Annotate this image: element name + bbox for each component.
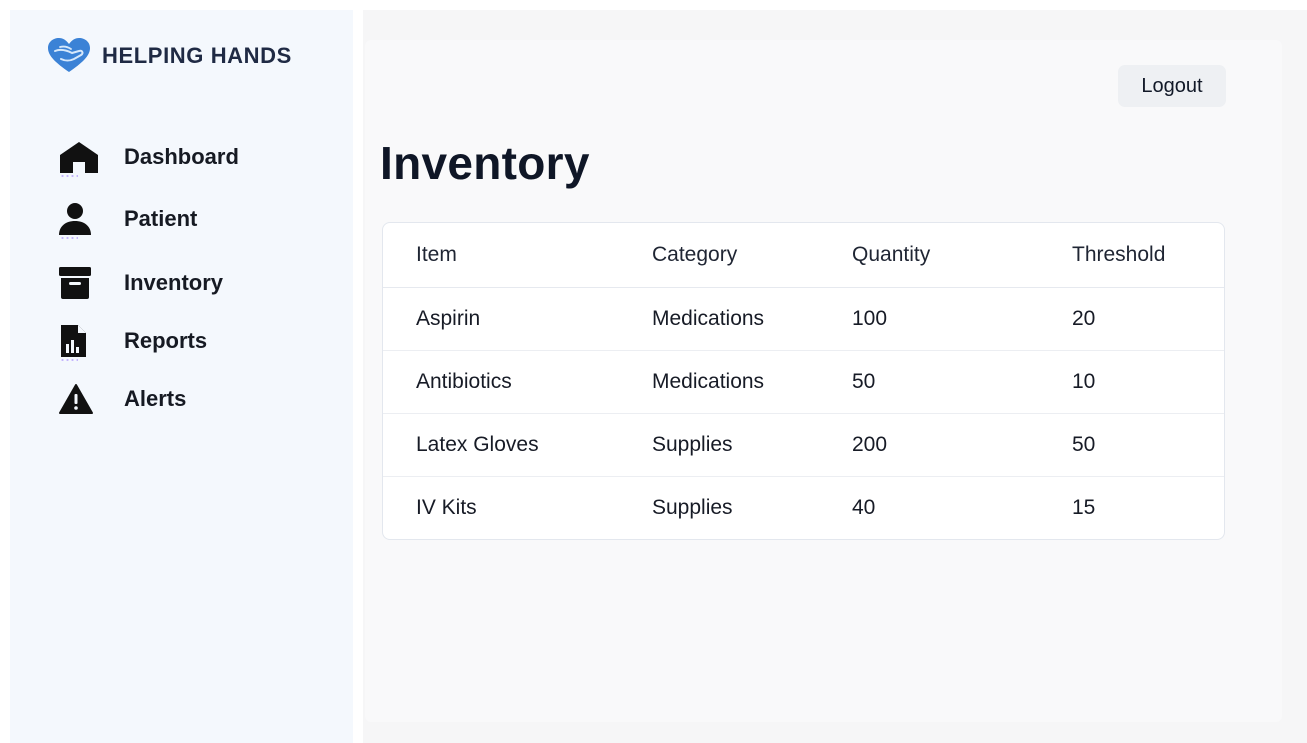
cell-item: Antibiotics <box>383 350 619 414</box>
column-header-item[interactable]: Item <box>383 223 619 288</box>
table-header-row: Item Category Quantity Threshold <box>383 223 1224 288</box>
cell-quantity: 100 <box>819 287 1039 351</box>
user-icon <box>58 202 102 239</box>
sidebar-item-label: Dashboard <box>124 144 239 169</box>
logout-button[interactable]: Logout <box>1118 65 1226 107</box>
sidebar-item-label: Inventory <box>124 270 224 295</box>
sidebar-item-reports[interactable]: Reports <box>58 324 208 361</box>
cell-item: Aspirin <box>383 287 619 351</box>
cell-category: Medications <box>619 350 819 414</box>
sidebar: HELPING HANDS Dashboard Patient Inventor… <box>10 10 353 743</box>
home-icon <box>58 140 102 177</box>
sidebar-item-label: Patient <box>124 206 198 231</box>
table-row[interactable]: Aspirin Medications 100 20 <box>383 287 1224 351</box>
sidebar-item-alerts[interactable]: Alerts <box>58 382 186 416</box>
table-row[interactable]: Latex Gloves Supplies 200 50 <box>383 413 1224 477</box>
table-row[interactable]: Antibiotics Medications 50 10 <box>383 350 1224 414</box>
page-title: Inventory <box>380 137 590 189</box>
cell-threshold: 15 <box>1072 496 1096 519</box>
cell-threshold: 10 <box>1039 350 1224 414</box>
sidebar-item-dashboard[interactable]: Dashboard <box>58 140 239 177</box>
app-window: HELPING HANDS Dashboard Patient Inventor… <box>0 0 1307 743</box>
cell-category: Supplies <box>619 413 819 477</box>
sidebar-item-label: Alerts <box>124 386 187 411</box>
brand-name: HELPING HANDS <box>102 43 292 68</box>
cell-item: Latex Gloves <box>383 413 619 477</box>
report-document-icon <box>58 324 102 361</box>
cell-item: IV Kits <box>416 496 477 519</box>
cell-category: Medications <box>619 287 819 351</box>
sidebar-item-patient[interactable]: Patient <box>58 202 198 239</box>
column-header-threshold[interactable]: Threshold <box>1039 223 1224 288</box>
cell-quantity: 50 <box>819 350 1039 414</box>
warning-triangle-icon <box>58 382 102 416</box>
cell-quantity: 200 <box>819 413 1039 477</box>
brand[interactable]: HELPING HANDS <box>46 37 292 75</box>
cell-threshold: 50 <box>1039 413 1224 477</box>
inventory-table: Item Category Quantity Threshold Aspirin… <box>382 222 1225 540</box>
heart-hand-icon <box>48 38 90 72</box>
sidebar-item-inventory[interactable]: Inventory <box>58 266 223 300</box>
cell-category: Supplies <box>652 496 733 519</box>
column-header-quantity[interactable]: Quantity <box>819 223 1039 288</box>
column-header-category[interactable]: Category <box>619 223 819 288</box>
sidebar-item-label: Reports <box>124 328 208 353</box>
table-row[interactable]: IV Kits Supplies 40 15 <box>383 477 1224 540</box>
cell-quantity: 40 <box>852 496 876 519</box>
cell-threshold: 20 <box>1039 287 1224 351</box>
archive-box-icon <box>58 266 102 300</box>
